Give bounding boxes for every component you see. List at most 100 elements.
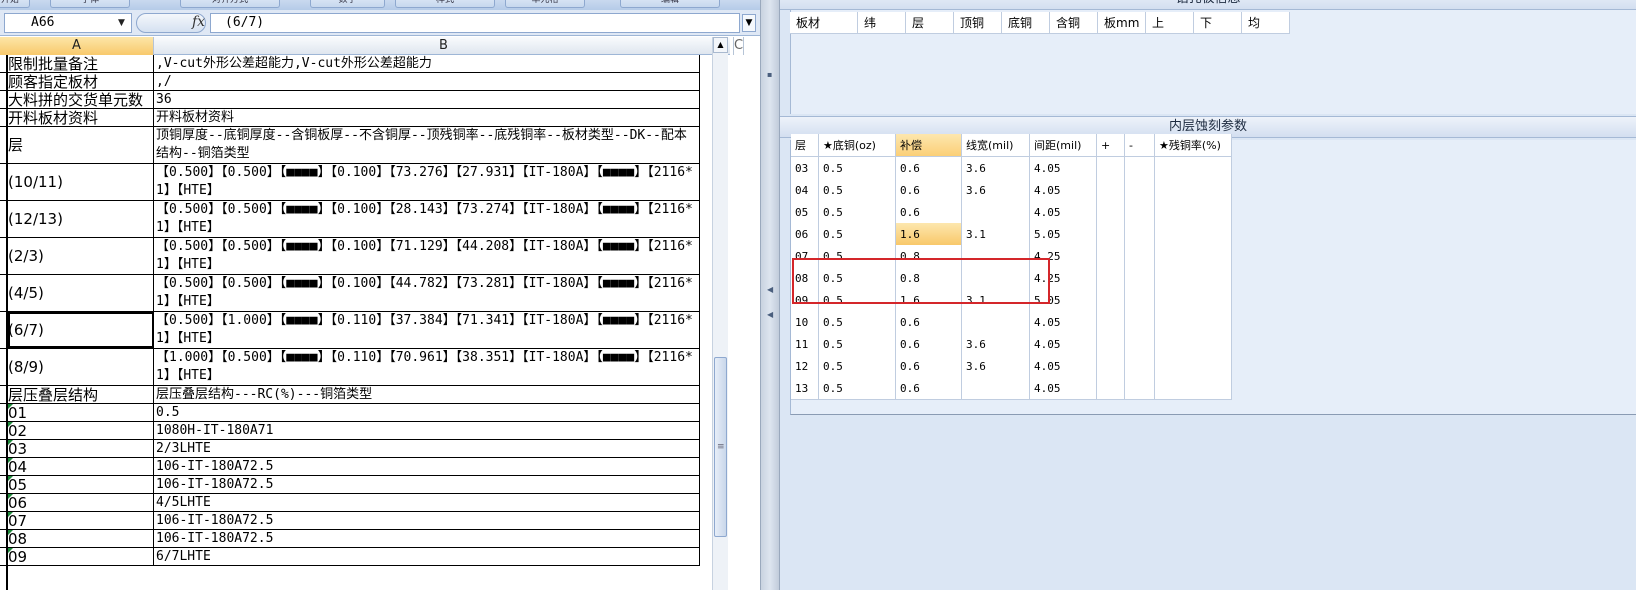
param-cell[interactable]: 0.5 — [819, 223, 896, 246]
param-cell[interactable]: 3.1 — [962, 223, 1030, 246]
column-header-c[interactable]: C — [734, 37, 744, 55]
vertical-scrollbar[interactable]: ▲ ≡ — [712, 37, 728, 590]
param-cell[interactable]: 4.05 — [1030, 333, 1097, 356]
cell-b[interactable]: 开料板材资料 — [154, 109, 700, 126]
param-cell[interactable]: 0.8 — [896, 245, 962, 268]
layer-cell[interactable]: 05 — [791, 201, 819, 224]
param-cell[interactable]: 5.05 — [1030, 223, 1097, 246]
param-cell[interactable]: 4.25 — [1030, 245, 1097, 268]
cell-a[interactable]: (4/5) — [8, 275, 154, 311]
ribbon-group-5[interactable]: 单元格 — [505, 0, 585, 8]
cell-a[interactable]: 04 — [8, 458, 154, 475]
layer-cell[interactable]: 08 — [791, 267, 819, 290]
param-cell[interactable] — [1155, 333, 1232, 356]
param-cell[interactable]: 3.6 — [962, 157, 1030, 180]
param-cell[interactable]: 4.05 — [1030, 201, 1097, 224]
param-cell[interactable] — [1097, 311, 1125, 334]
cell-b[interactable]: 36 — [154, 91, 700, 108]
param-cell[interactable]: 0.6 — [896, 377, 962, 400]
ribbon-group-1[interactable]: 字体 — [50, 0, 130, 8]
param-cell[interactable]: 5.05 — [1030, 289, 1097, 312]
param-cell[interactable]: 0.6 — [896, 157, 962, 180]
cell-a[interactable]: 08 — [8, 530, 154, 547]
param-cell[interactable] — [1155, 377, 1232, 400]
scrollbar-thumb[interactable]: ≡ — [714, 357, 727, 537]
collapse-left-icon[interactable]: ◀ — [767, 310, 773, 319]
cell-a[interactable]: 层 — [8, 127, 154, 163]
param-cell[interactable]: 0.6 — [896, 179, 962, 202]
cell-a[interactable]: 03 — [8, 440, 154, 457]
param-cell[interactable]: 0.5 — [819, 355, 896, 378]
formula-input[interactable]: (6/7) — [210, 13, 740, 33]
param-cell[interactable]: 0.5 — [819, 267, 896, 290]
param-cell[interactable] — [1125, 355, 1155, 378]
param-cell[interactable] — [962, 377, 1030, 400]
param-cell[interactable] — [962, 267, 1030, 290]
param-cell[interactable]: 0.5 — [819, 333, 896, 356]
param-cell[interactable]: 0.6 — [896, 311, 962, 334]
param-cell[interactable]: 0.5 — [819, 289, 896, 312]
cell-b[interactable]: 顶铜厚度--底铜厚度--含铜板厚--不含铜厚--顶残铜率--底残铜率--板材类型… — [154, 127, 700, 163]
layer-cell[interactable]: 13 — [791, 377, 819, 400]
param-cell[interactable]: 0.5 — [819, 377, 896, 400]
layer-cell[interactable]: 09 — [791, 289, 819, 312]
layer-cell[interactable]: 12 — [791, 355, 819, 378]
param-cell[interactable]: 0.6 — [896, 201, 962, 224]
param-cell[interactable] — [1155, 289, 1232, 312]
cell-a[interactable]: (2/3) — [8, 238, 154, 274]
layer-cell[interactable]: 07 — [791, 245, 819, 268]
cell-b[interactable]: 层压叠层结构---RC(%)---铜箔类型 — [154, 386, 700, 403]
param-cell[interactable]: 4.05 — [1030, 179, 1097, 202]
param-cell[interactable] — [1155, 179, 1232, 202]
cell-a[interactable]: 层压叠层结构 — [8, 386, 154, 403]
cell-a[interactable]: 05 — [8, 476, 154, 493]
param-cell[interactable] — [962, 311, 1030, 334]
param-cell[interactable]: 4.05 — [1030, 355, 1097, 378]
param-cell[interactable]: 0.5 — [819, 201, 896, 224]
param-cell[interactable]: 3.6 — [962, 333, 1030, 356]
param-cell[interactable] — [1155, 223, 1232, 246]
function-icon[interactable]: fx — [192, 14, 205, 30]
param-cell[interactable] — [1097, 377, 1125, 400]
ribbon-group-4[interactable]: 样式 — [395, 0, 495, 8]
name-box[interactable]: A66 — [4, 13, 132, 33]
scroll-up-icon[interactable]: ▲ — [713, 37, 728, 53]
param-cell[interactable] — [1097, 333, 1125, 356]
cell-a[interactable]: 07 — [8, 512, 154, 529]
param-cell[interactable] — [962, 201, 1030, 224]
cell-a[interactable]: (8/9) — [8, 349, 154, 385]
param-cell[interactable] — [1155, 267, 1232, 290]
cell-a[interactable]: 09 — [8, 548, 154, 565]
param-cell[interactable]: 3.1 — [962, 289, 1030, 312]
cell-a[interactable]: (6/7) — [8, 312, 154, 348]
param-cell[interactable] — [1125, 179, 1155, 202]
cell-b[interactable]: ,/ — [154, 73, 700, 90]
cell-a[interactable]: (10/11) — [8, 164, 154, 200]
param-cell[interactable]: 0.6 — [896, 333, 962, 356]
param-cell[interactable]: 3.6 — [962, 355, 1030, 378]
param-cell[interactable] — [1125, 267, 1155, 290]
cell-b[interactable]: 【0.500】【0.500】【■■■■】【0.100】【44.782】【73.2… — [154, 275, 700, 311]
cell-b[interactable]: 【0.500】【0.500】【■■■■】【0.100】【71.129】【44.2… — [154, 238, 700, 274]
cell-b[interactable]: 106-IT-180A72.5 — [154, 530, 700, 547]
expand-formula-button[interactable]: ▼ — [742, 14, 756, 32]
param-cell[interactable] — [1097, 157, 1125, 180]
collapse-left-icon[interactable]: ◀ — [767, 285, 773, 294]
layer-cell[interactable]: 03 — [791, 157, 819, 180]
cell-b[interactable]: 0.5 — [154, 404, 700, 421]
param-cell[interactable]: 3.6 — [962, 179, 1030, 202]
param-cell[interactable] — [1155, 245, 1232, 268]
param-cell[interactable]: 4.05 — [1030, 157, 1097, 180]
cell-b[interactable]: 6/7LHTE — [154, 548, 700, 565]
param-cell[interactable] — [1097, 355, 1125, 378]
chevron-down-icon[interactable]: ▼ — [118, 18, 125, 28]
param-cell[interactable]: 4.05 — [1030, 311, 1097, 334]
column-header-b[interactable]: B — [154, 37, 734, 55]
param-cell[interactable] — [1155, 311, 1232, 334]
param-cell[interactable] — [1097, 245, 1125, 268]
param-cell[interactable]: 1.6 — [896, 223, 962, 246]
param-cell[interactable] — [1125, 201, 1155, 224]
param-cell[interactable]: 0.5 — [819, 179, 896, 202]
param-cell[interactable] — [1125, 377, 1155, 400]
cell-b[interactable]: 【1.000】【0.500】【■■■■】【0.110】【70.961】【38.3… — [154, 349, 700, 385]
